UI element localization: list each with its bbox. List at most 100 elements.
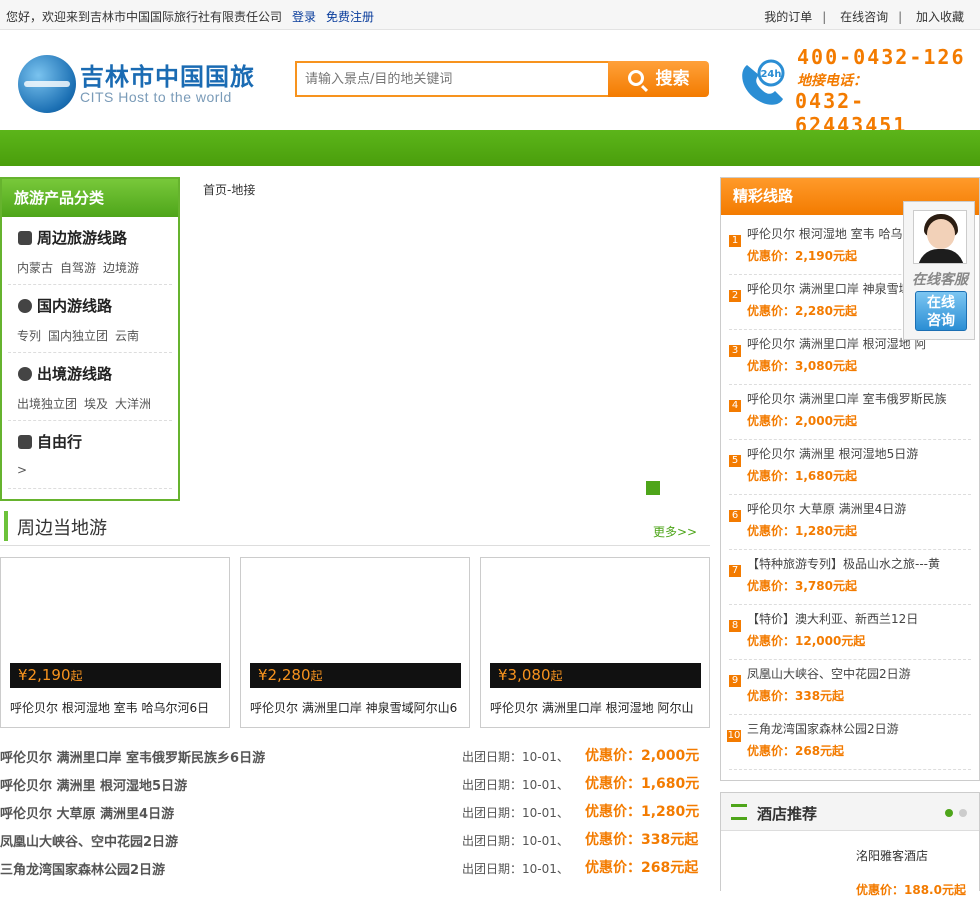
card-title[interactable]: 呼伦贝尔 满洲里口岸 根河湿地 阿尔山 — [490, 699, 704, 716]
category-title: 旅游产品分类 — [2, 179, 178, 217]
consult-line2: 咨询 — [927, 313, 955, 329]
sub-link[interactable]: 大洋洲 — [115, 397, 151, 411]
category-item: 周边旅游线路 内蒙古 自驾游 边境游 — [8, 217, 172, 285]
route-rank: 9 — [729, 675, 741, 687]
tour-date: 出团日期：10-01、 — [462, 862, 569, 876]
top-bar: 您好，欢迎来到吉林市中国国际旅行社有限责任公司 登录 免费注册 我的订单 | 在线咨询… — [0, 0, 980, 30]
section-header: 周边当地游 更多>> — [0, 508, 710, 546]
route-price: 优惠价：338元起 — [747, 689, 845, 703]
tour-date: 出团日期：10-01、 — [462, 834, 569, 848]
category-heading[interactable]: 自由行 — [18, 431, 82, 452]
route-title[interactable]: 【特种旅游专列】极品山水之旅---黄 — [747, 555, 971, 572]
online-consult-button[interactable]: 在线 咨询 — [915, 291, 967, 331]
tour-row: 呼伦贝尔 满洲里口岸 室韦俄罗斯民族乡6日游 出团日期：10-01、 优惠价：2… — [0, 742, 710, 770]
hotel-name[interactable]: 洺阳雅客酒店 — [856, 847, 928, 864]
hotel-panel: 酒店推荐 洺阳雅客酒店 优惠价：188.0元起 — [720, 792, 980, 897]
route-title[interactable]: 呼伦贝尔 大草原 满洲里4日游 — [747, 500, 971, 517]
category-label: 国内游线路 — [37, 297, 113, 315]
tour-card[interactable]: ¥3,080起 呼伦贝尔 满洲里口岸 根河湿地 阿尔山 — [480, 557, 710, 728]
route-item: 10 三角龙湾国家森林公园2日游 优惠价：268元起 — [727, 715, 971, 770]
price-bar: ¥2,190起 — [10, 663, 221, 688]
consult-line1: 在线 — [927, 295, 955, 311]
logo[interactable]: 吉林市中国国旅 CITS Host to the world — [18, 53, 258, 115]
route-rank: 7 — [729, 565, 741, 577]
search-button-label: 搜索 — [655, 69, 690, 89]
sub-link[interactable]: 出境独立团 — [17, 397, 77, 411]
route-price: 优惠价：3,780元起 — [747, 579, 857, 593]
tour-card[interactable]: ¥2,280起 呼伦贝尔 满洲里口岸 神泉雪域阿尔山6 — [240, 557, 470, 728]
category-item: 出境游线路 出境独立团 埃及 大洋洲 — [8, 353, 172, 421]
card-title[interactable]: 呼伦贝尔 根河湿地 室韦 哈乌尔河6日 — [10, 699, 224, 716]
search-bar: 搜索 — [295, 61, 710, 97]
slider-dot[interactable] — [646, 481, 660, 495]
sub-link[interactable]: > — [17, 463, 27, 477]
search-button[interactable]: 搜索 — [608, 61, 709, 97]
route-price: 优惠价：2,190元起 — [747, 249, 857, 263]
sub-link[interactable]: 自驾游 — [60, 261, 96, 275]
category-subs: > — [17, 463, 34, 477]
more-link[interactable]: 更多>> — [653, 523, 697, 540]
service-label: 在线客服 — [912, 272, 968, 288]
register-link[interactable]: 免费注册 — [326, 10, 374, 24]
card-title[interactable]: 呼伦贝尔 满洲里口岸 神泉雪域阿尔山6 — [250, 699, 464, 716]
route-title[interactable]: 呼伦贝尔 满洲里 根河湿地5日游 — [747, 445, 971, 462]
tour-row: 凤凰山大峡谷、空中花园2日游 出团日期：10-01、 优惠价：338元起 — [0, 826, 710, 854]
route-rank: 5 — [729, 455, 741, 467]
sub-link[interactable]: 内蒙古 — [17, 261, 53, 275]
carousel-dot[interactable] — [959, 809, 967, 817]
route-rank: 3 — [729, 345, 741, 357]
section-accent-bar — [4, 511, 8, 541]
route-title[interactable]: 【特价】澳大利亚、新西兰12日 — [747, 610, 971, 627]
tour-name[interactable]: 三角龙湾国家森林公园2日游 — [0, 859, 165, 878]
category-item: 国内游线路 专列 国内独立团 云南 — [8, 285, 172, 353]
route-rank: 2 — [729, 290, 741, 302]
section-title: 周边当地游 — [17, 518, 107, 539]
tour-name[interactable]: 呼伦贝尔 满洲里口岸 室韦俄罗斯民族乡6日游 — [0, 747, 265, 766]
breadcrumb: 首页-地接 — [203, 181, 255, 198]
sub-link[interactable]: 专列 — [17, 329, 41, 343]
tour-price: 优惠价：1,280元 — [585, 804, 700, 820]
tour-card[interactable]: ¥2,190起 呼伦贝尔 根河湿地 室韦 哈乌尔河6日 — [0, 557, 230, 728]
breadcrumb-home[interactable]: 首页 — [203, 183, 227, 197]
avatar-body — [918, 249, 964, 263]
route-price: 优惠价：3,080元起 — [747, 359, 857, 373]
sub-link[interactable]: 国内独立团 — [48, 329, 108, 343]
route-price: 优惠价：1,280元起 — [747, 524, 857, 538]
route-item: 4 呼伦贝尔 满洲里口岸 室韦俄罗斯民族 优惠价：2,000元起 — [729, 385, 971, 440]
my-orders-link[interactable]: 我的订单 — [764, 10, 812, 24]
tour-row: 呼伦贝尔 满洲里 根河湿地5日游 出团日期：10-01、 优惠价：1,680元 — [0, 770, 710, 798]
welcome-text: 您好，欢迎来到吉林市中国国际旅行社有限责任公司 — [6, 10, 283, 24]
login-link[interactable]: 登录 — [292, 10, 316, 24]
route-rank: 1 — [729, 235, 741, 247]
card-price: ¥3,080 — [498, 666, 551, 684]
category-subs: 出境独立团 埃及 大洋洲 — [17, 395, 158, 412]
tour-name[interactable]: 呼伦贝尔 大草原 满洲里4日游 — [0, 803, 174, 822]
category-item: 自由行 > — [8, 421, 172, 489]
route-title[interactable]: 三角龙湾国家森林公园2日游 — [747, 720, 971, 737]
route-title[interactable]: 呼伦贝尔 满洲里口岸 室韦俄罗斯民族 — [747, 390, 971, 407]
add-favorite-link[interactable]: 加入收藏 — [916, 10, 964, 24]
bus-icon — [18, 231, 32, 245]
online-consult-link[interactable]: 在线咨询 — [840, 10, 888, 24]
route-title[interactable]: 凤凰山大峡谷、空中花园2日游 — [747, 665, 971, 682]
category-heading[interactable]: 周边旅游线路 — [18, 227, 127, 248]
category-heading[interactable]: 出境游线路 — [18, 363, 112, 384]
tour-name[interactable]: 呼伦贝尔 满洲里 根河湿地5日游 — [0, 775, 187, 794]
tour-price: 优惠价：268元起 — [585, 860, 699, 876]
category-subs: 内蒙古 自驾游 边境游 — [17, 259, 146, 276]
sub-link[interactable]: 边境游 — [103, 261, 139, 275]
category-label: 出境游线路 — [37, 365, 113, 383]
category-heading[interactable]: 国内游线路 — [18, 295, 112, 316]
route-price: 优惠价：268元起 — [747, 744, 845, 758]
divider: | — [822, 10, 827, 24]
tour-name[interactable]: 凤凰山大峡谷、空中花园2日游 — [0, 831, 178, 850]
online-service-widget: 在线客服 在线 咨询 — [903, 201, 975, 340]
search-input[interactable] — [295, 61, 610, 97]
carousel-dot-active[interactable] — [945, 809, 953, 817]
logo-subtitle: CITS Host to the world — [80, 89, 232, 105]
route-item: 7 【特种旅游专列】极品山水之旅---黄 优惠价：3,780元起 — [729, 550, 971, 605]
card-price-unit: 起 — [310, 669, 323, 683]
sub-link[interactable]: 埃及 — [84, 397, 108, 411]
route-price: 优惠价：1,680元起 — [747, 469, 857, 483]
sub-link[interactable]: 云南 — [115, 329, 139, 343]
